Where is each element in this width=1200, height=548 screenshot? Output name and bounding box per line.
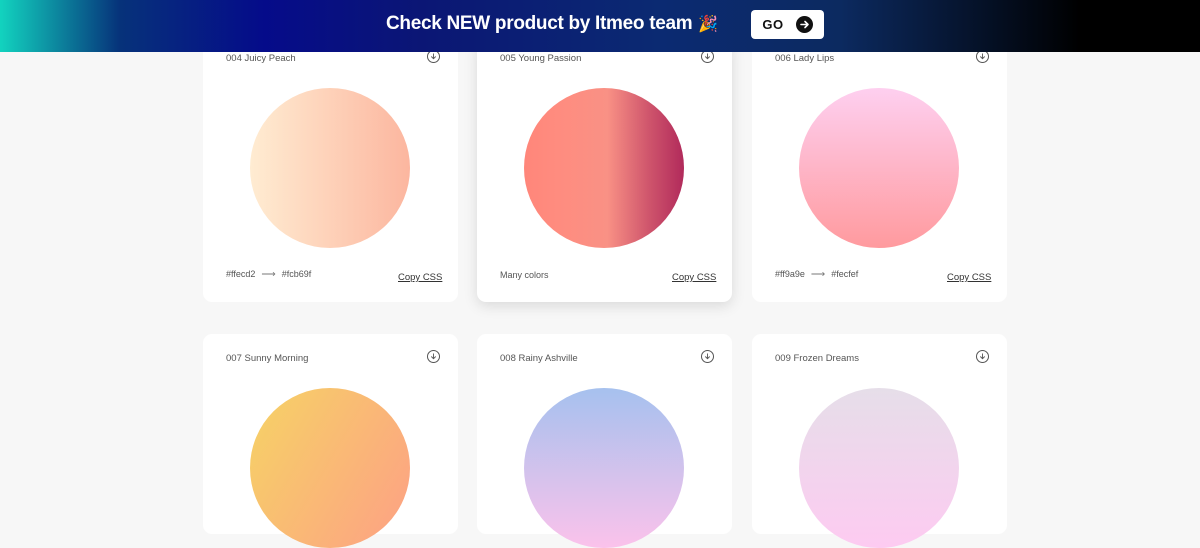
gradient-circle [524, 88, 684, 248]
color-from: #ffecd2 [226, 269, 256, 279]
arrow-right-icon [795, 16, 813, 33]
gradient-circle [524, 388, 684, 548]
card-title: 009 Frozen Dreams [775, 353, 859, 364]
go-button[interactable]: GO [751, 10, 824, 39]
color-codes: #ffecd2 ⟶ #fcb69f [226, 269, 311, 280]
card-title: 007 Sunny Morning [226, 353, 309, 364]
party-popper-icon: 🎉 [698, 16, 718, 33]
banner-message: Check NEW product by Itmeo team [386, 13, 693, 34]
copy-css-button[interactable]: Copy CSS [398, 272, 442, 283]
gradient-circle [799, 388, 959, 548]
download-icon[interactable] [701, 350, 714, 363]
card-title: 008 Rainy Ashville [500, 353, 578, 364]
card-title: 004 Juicy Peach [226, 53, 296, 64]
banner-text: Check NEW product by Itmeo team 🎉 [386, 13, 718, 35]
download-icon[interactable] [427, 350, 440, 363]
gradient-circle [799, 88, 959, 248]
arrow-right-icon: ⟶ [261, 269, 276, 280]
color-codes: #ff9a9e ⟶ #fecfef [775, 269, 858, 280]
gradient-card-young-passion[interactable]: 005 Young Passion Many colors Copy CSS [477, 40, 732, 302]
color-from: #ff9a9e [775, 269, 805, 279]
go-label: GO [762, 17, 784, 32]
gradient-card-sunny-morning[interactable]: 007 Sunny Morning [203, 334, 458, 548]
card-title: 005 Young Passion [500, 53, 582, 64]
gradient-card-juicy-peach[interactable]: 004 Juicy Peach #ffecd2 ⟶ #fcb69f Copy CSS [203, 40, 458, 302]
color-to: #fecfef [831, 269, 859, 279]
copy-css-button[interactable]: Copy CSS [947, 272, 991, 283]
arrow-right-icon: ⟶ [810, 269, 826, 280]
gradient-circle [250, 388, 410, 548]
gradient-circle [250, 88, 410, 248]
copy-css-button[interactable]: Copy CSS [672, 272, 716, 283]
gradient-card-lady-lips[interactable]: 006 Lady Lips #ff9a9e ⟶ #fecfef Copy CSS [752, 40, 1007, 302]
gradient-card-rainy-ashville[interactable]: 008 Rainy Ashville [477, 334, 732, 548]
download-icon[interactable] [976, 350, 989, 363]
card-title: 006 Lady Lips [775, 53, 835, 64]
color-codes: Many colors [500, 270, 549, 280]
gradient-card-frozen-dreams[interactable]: 009 Frozen Dreams [752, 334, 1007, 548]
color-to: #fcb69f [281, 269, 312, 279]
promo-banner: Check NEW product by Itmeo team 🎉 GO [0, 0, 1200, 52]
